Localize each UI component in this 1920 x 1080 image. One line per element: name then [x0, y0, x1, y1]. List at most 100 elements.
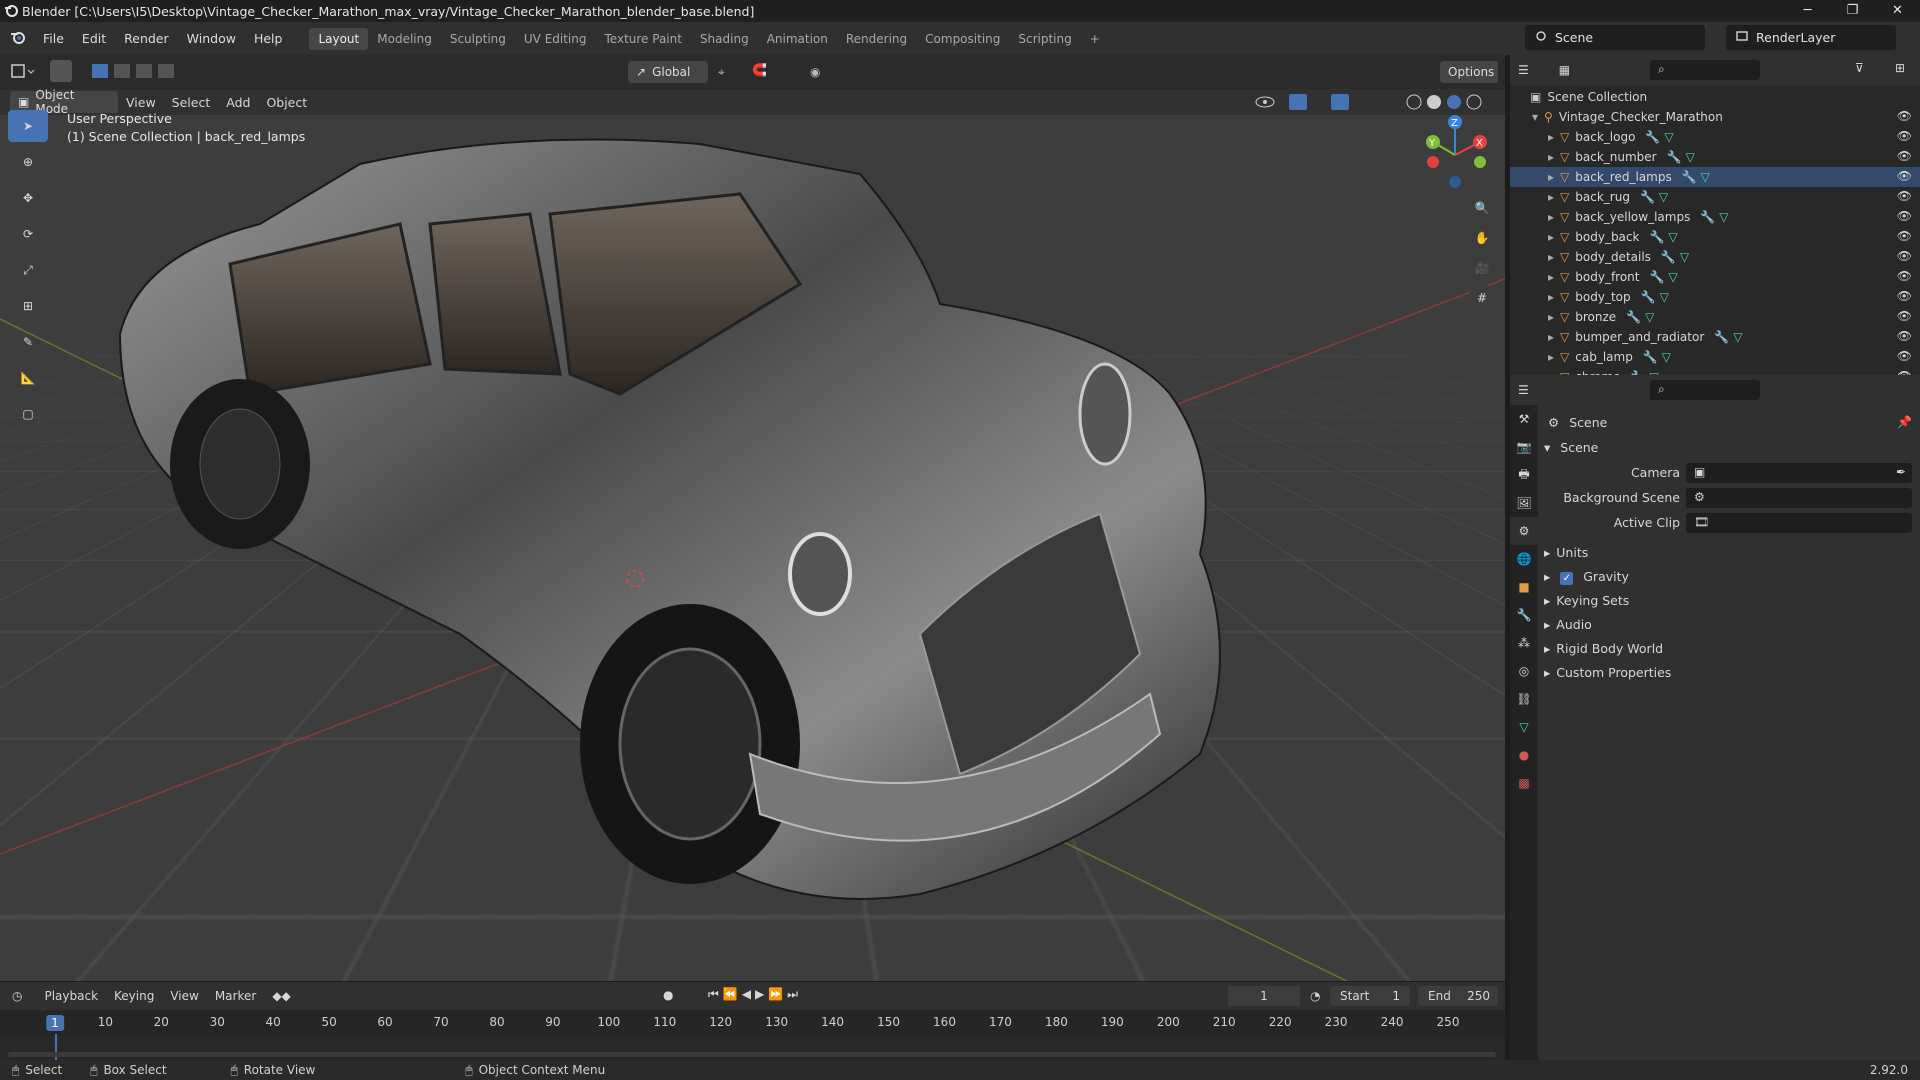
pivot-icon[interactable]: ⌖: [718, 65, 725, 80]
visibility-eye-icon[interactable]: 👁: [1897, 249, 1912, 263]
ortho-toggle-button[interactable]: #: [1468, 284, 1496, 312]
visibility-eye-icon[interactable]: 👁: [1897, 169, 1912, 183]
tab-animation[interactable]: Animation: [758, 28, 837, 50]
visibility-eye-icon[interactable]: 👁: [1897, 349, 1912, 363]
tool-annotate[interactable]: ✎: [8, 326, 48, 358]
visibility-eye-icon[interactable]: 👁: [1897, 209, 1912, 223]
tool-cursor[interactable]: ⊕: [8, 146, 48, 178]
eyedropper-icon[interactable]: ✒: [1896, 465, 1906, 479]
timeline-ruler[interactable]: 1 10 20 30 40 50 60 70 80 90 100 110 120 130 140 150 160…: [0, 1010, 1505, 1060]
object-tab[interactable]: ■: [1510, 573, 1538, 601]
car-model[interactable]: [100, 134, 1430, 934]
pan-view-button[interactable]: ✋: [1468, 224, 1496, 252]
outliner-item[interactable]: ▸ ▽ bumper_and_radiator 🔧 ▽ 👁: [1510, 327, 1920, 347]
select-tool-icon[interactable]: [50, 60, 72, 82]
viewport-menu-view[interactable]: View: [118, 95, 164, 110]
menu-window[interactable]: Window: [178, 31, 245, 46]
data-tab[interactable]: ▽: [1510, 713, 1538, 741]
blender-menu-icon[interactable]: [0, 29, 34, 48]
render-tab[interactable]: 📷: [1510, 433, 1538, 461]
visibility-eye-icon[interactable]: 👁: [1897, 149, 1912, 163]
tab-layout[interactable]: Layout: [309, 27, 369, 50]
options-dropdown[interactable]: Options: [1440, 61, 1498, 83]
end-frame-field[interactable]: End 250: [1418, 986, 1498, 1006]
material-tab[interactable]: ●: [1510, 741, 1538, 769]
menu-edit[interactable]: Edit: [73, 31, 115, 46]
record-icon[interactable]: ●: [663, 988, 673, 1002]
section-rigid-body-world[interactable]: ▸ Rigid Body World: [1544, 641, 1663, 656]
keyframe-icons[interactable]: ◆◆: [264, 989, 298, 1003]
visibility-eye-icon[interactable]: 👁: [1897, 269, 1912, 283]
tab-texture-paint[interactable]: Texture Paint: [596, 28, 691, 50]
scene-tab[interactable]: ⚙: [1510, 517, 1538, 545]
section-audio[interactable]: ▸ Audio: [1544, 617, 1592, 632]
active-clip-field[interactable]: 🎞: [1686, 513, 1912, 533]
proportional-edit-icon[interactable]: ◉: [810, 65, 820, 79]
timeline-menu-playback[interactable]: Playback: [36, 989, 106, 1003]
background-scene-field[interactable]: ⚙: [1686, 488, 1912, 508]
view-layer-selector[interactable]: RenderLayer: [1726, 25, 1896, 50]
timeline-track[interactable]: [0, 1036, 1505, 1060]
properties-editor-icon[interactable]: ☰: [1518, 383, 1529, 397]
visibility-eye-icon[interactable]: 👁: [1897, 289, 1912, 303]
section-keying-sets[interactable]: ▸ Keying Sets: [1544, 593, 1629, 608]
view-layer-tab[interactable]: 🖼: [1510, 489, 1538, 517]
tool-select-box[interactable]: ➤: [8, 110, 48, 142]
constraints-tab[interactable]: ⛓: [1510, 685, 1538, 713]
visibility-eye-icon[interactable]: 👁: [1897, 229, 1912, 243]
maximize-button[interactable]: ❐: [1830, 0, 1875, 22]
tab-modeling[interactable]: Modeling: [368, 28, 441, 50]
viewport-menu-select[interactable]: Select: [164, 95, 219, 110]
menu-file[interactable]: File: [34, 31, 73, 46]
tab-uv-editing[interactable]: UV Editing: [515, 28, 596, 50]
texture-tab[interactable]: ▩: [1510, 769, 1538, 797]
scene-panel-header[interactable]: ▾ Scene: [1544, 440, 1598, 455]
tool-measure[interactable]: 📐: [8, 362, 48, 394]
menu-help[interactable]: Help: [245, 31, 292, 46]
outliner-scene-collection[interactable]: ▣ Scene Collection: [1510, 87, 1920, 107]
scene-selector[interactable]: Scene: [1525, 25, 1705, 50]
overlays-toggle-icon[interactable]: [1330, 93, 1350, 114]
visibility-eye-icon[interactable]: 👁: [1897, 129, 1912, 143]
editor-type-icon[interactable]: [10, 61, 36, 84]
navigation-gizmo[interactable]: Z X Y: [1415, 110, 1495, 190]
section-custom-properties[interactable]: ▸ Custom Properties: [1544, 665, 1671, 680]
properties-search-input[interactable]: ⌕: [1650, 380, 1760, 400]
section-gravity[interactable]: ▸ ✓ Gravity: [1544, 569, 1629, 585]
tab-shading[interactable]: Shading: [691, 28, 758, 50]
gravity-checkbox[interactable]: ✓: [1560, 572, 1574, 585]
timeline-editor-icon[interactable]: ◷: [12, 989, 22, 1003]
transform-orientation-dropdown[interactable]: ↗ Global: [628, 61, 708, 83]
camera-field[interactable]: ▣ ✒: [1686, 463, 1912, 483]
visibility-eye-icon[interactable]: 👁: [1897, 109, 1912, 123]
visibility-eye-icon[interactable]: 👁: [1897, 189, 1912, 203]
viewport-visibility-icon[interactable]: [1253, 93, 1277, 114]
tab-sculpting[interactable]: Sculpting: [441, 28, 515, 50]
tab-scripting[interactable]: Scripting: [1009, 28, 1080, 50]
timeline-menu-marker[interactable]: Marker: [207, 989, 264, 1003]
tool-add-cube[interactable]: ▢: [8, 398, 48, 430]
outliner-editor-icon[interactable]: ☰: [1518, 63, 1529, 77]
outliner-item[interactable]: ▸ ▽ body_top 🔧 ▽ 👁: [1510, 287, 1920, 307]
tool-tab[interactable]: ⚒: [1510, 405, 1538, 433]
outliner-search-input[interactable]: ⌕: [1650, 60, 1760, 80]
tool-scale[interactable]: ⤢: [8, 254, 48, 286]
new-collection-icon[interactable]: ⊞: [1895, 61, 1905, 75]
playback-controls[interactable]: ⏮⏪◀▶⏩⏭: [708, 987, 802, 1002]
close-button[interactable]: ✕: [1875, 0, 1920, 22]
select-mode-icons[interactable]: [90, 61, 180, 84]
world-tab[interactable]: 🌐: [1510, 545, 1538, 573]
pin-icon[interactable]: 📌: [1897, 415, 1912, 429]
tool-rotate[interactable]: ⟳: [8, 218, 48, 250]
tab-rendering[interactable]: Rendering: [837, 28, 916, 50]
particles-tab[interactable]: ⁂: [1510, 629, 1538, 657]
viewport-menu-object[interactable]: Object: [258, 95, 315, 110]
viewport-menu-add[interactable]: Add: [218, 95, 258, 110]
snap-icon[interactable]: 🧲: [752, 63, 767, 77]
tab-compositing[interactable]: Compositing: [916, 28, 1009, 50]
section-units[interactable]: ▸ Units: [1544, 545, 1588, 560]
zoom-view-button[interactable]: 🔍: [1468, 194, 1496, 222]
filter-icon[interactable]: ⊽: [1855, 61, 1864, 75]
tool-move[interactable]: ✥: [8, 182, 48, 214]
physics-tab[interactable]: ◎: [1510, 657, 1538, 685]
